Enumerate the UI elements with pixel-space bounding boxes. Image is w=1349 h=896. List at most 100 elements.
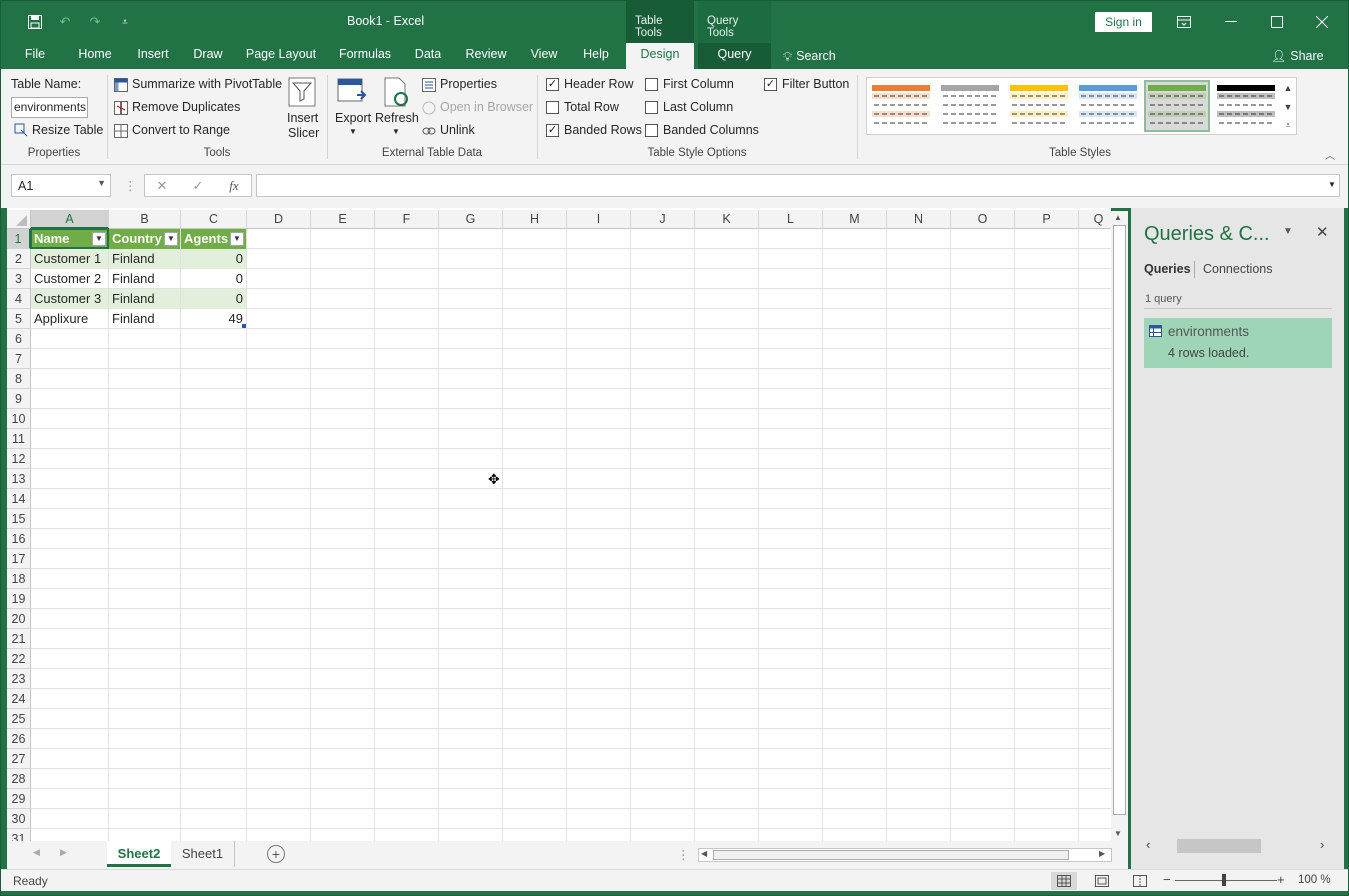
table-style-swatch[interactable] bbox=[870, 82, 932, 130]
row-header[interactable]: 21 bbox=[7, 629, 31, 649]
pane-scroll-left-icon[interactable]: ‹ bbox=[1146, 837, 1150, 852]
name-box[interactable]: A1 ▼ bbox=[11, 174, 111, 197]
column-header[interactable]: D bbox=[247, 210, 311, 229]
close-icon[interactable] bbox=[1309, 9, 1335, 35]
last-column-checkbox[interactable] bbox=[645, 101, 658, 114]
page-layout-view-icon[interactable] bbox=[1089, 872, 1115, 890]
row-header[interactable]: 22 bbox=[7, 649, 31, 669]
row-header[interactable]: 24 bbox=[7, 689, 31, 709]
summarize-pivottable-button[interactable]: Summarize with PivotTable bbox=[132, 77, 282, 91]
pane-options-icon[interactable]: ▼ bbox=[1283, 226, 1293, 237]
filter-dropdown-icon[interactable]: ▼ bbox=[164, 232, 178, 246]
column-header[interactable]: G bbox=[439, 210, 503, 229]
pane-scroll-right-icon[interactable]: › bbox=[1320, 837, 1324, 852]
row-header[interactable]: 8 bbox=[7, 369, 31, 389]
row-header[interactable]: 5 bbox=[7, 309, 31, 329]
row-header[interactable]: 4 bbox=[7, 289, 31, 309]
pane-horizontal-scrollbar[interactable]: ‹ › bbox=[1144, 837, 1332, 854]
column-header[interactable]: J bbox=[631, 210, 695, 229]
column-header[interactable]: B bbox=[109, 210, 181, 229]
table-header-cell[interactable]: Name ▼ bbox=[31, 229, 108, 249]
confirm-entry-icon[interactable]: ✓ bbox=[188, 178, 208, 194]
row-header[interactable]: 1 bbox=[7, 229, 31, 249]
table-cell[interactable]: Finland bbox=[109, 249, 180, 269]
prev-sheet-icon[interactable]: ◀ bbox=[33, 847, 40, 858]
column-header[interactable]: F bbox=[375, 210, 439, 229]
column-header[interactable]: E bbox=[311, 210, 375, 229]
tab-data[interactable]: Data bbox=[409, 43, 447, 69]
export-dropdown-icon[interactable]: ▼ bbox=[349, 127, 357, 136]
maximize-icon[interactable] bbox=[1264, 9, 1290, 35]
column-header[interactable]: C bbox=[181, 210, 247, 229]
row-header[interactable]: 9 bbox=[7, 389, 31, 409]
close-pane-icon[interactable]: ✕ bbox=[1316, 223, 1329, 241]
row-header[interactable]: 25 bbox=[7, 709, 31, 729]
next-sheet-icon[interactable]: ▶ bbox=[60, 847, 67, 858]
row-header[interactable]: 7 bbox=[7, 349, 31, 369]
tab-query[interactable]: Query bbox=[698, 43, 771, 69]
name-box-dropdown-icon[interactable]: ▼ bbox=[97, 178, 106, 188]
page-break-view-icon[interactable] bbox=[1127, 872, 1153, 890]
unlink-button[interactable]: Unlink bbox=[440, 123, 475, 137]
table-cell[interactable]: 0 bbox=[181, 269, 246, 289]
table-style-swatch[interactable] bbox=[1077, 82, 1139, 130]
worksheet-grid[interactable]: A B C D E F G H I J K L M N O P Q 1 2 3 4 5 6 7 8 9 10 11 12 13 14 15 16… bbox=[7, 208, 1111, 841]
refresh-button[interactable]: Refresh bbox=[375, 111, 419, 125]
table-resize-handle[interactable] bbox=[242, 324, 246, 328]
row-header[interactable]: 17 bbox=[7, 549, 31, 569]
banded-rows-checkbox[interactable]: ✓ bbox=[546, 124, 559, 137]
expand-formula-bar-icon[interactable]: ▼ bbox=[1328, 180, 1336, 189]
table-cell[interactable]: Finland bbox=[109, 289, 180, 309]
tab-home[interactable]: Home bbox=[71, 43, 119, 69]
tab-design[interactable]: Design bbox=[626, 43, 694, 70]
tab-view[interactable]: View bbox=[523, 43, 565, 69]
scroll-up-icon[interactable]: ▲ bbox=[1114, 213, 1122, 222]
table-style-swatch[interactable] bbox=[939, 82, 1001, 130]
insert-slicer-button[interactable]: Insert bbox=[287, 111, 318, 125]
table-cell[interactable]: Customer 1 bbox=[31, 249, 108, 269]
export-button[interactable]: Export bbox=[335, 111, 371, 125]
customize-qat-icon[interactable]: ⩡ bbox=[115, 12, 135, 32]
row-header[interactable]: 11 bbox=[7, 429, 31, 449]
gallery-more-icon[interactable]: ⩡ bbox=[1281, 116, 1295, 135]
table-cell[interactable]: 0 bbox=[181, 249, 246, 269]
table-style-swatch[interactable] bbox=[1008, 82, 1070, 130]
table-name-input[interactable]: environments bbox=[11, 97, 88, 118]
sheet-tab-sheet2[interactable]: Sheet2 bbox=[107, 841, 171, 867]
horizontal-scrollbar[interactable]: ◀ ▶ bbox=[698, 848, 1112, 862]
table-cell[interactable]: Customer 2 bbox=[31, 269, 108, 289]
remove-duplicates-button[interactable]: Remove Duplicates bbox=[132, 100, 240, 114]
row-header[interactable]: 20 bbox=[7, 609, 31, 629]
queries-tab[interactable]: Queries bbox=[1144, 262, 1191, 276]
column-header[interactable]: K bbox=[695, 210, 759, 229]
properties-button[interactable]: Properties bbox=[440, 77, 497, 91]
vertical-scrollbar[interactable]: ▲ ▼ bbox=[1111, 211, 1128, 841]
column-header[interactable]: P bbox=[1015, 210, 1079, 229]
table-cell[interactable]: Finland bbox=[109, 269, 180, 289]
zoom-slider-handle[interactable] bbox=[1222, 874, 1226, 886]
row-header[interactable]: 31 bbox=[7, 829, 31, 841]
table-style-swatch[interactable] bbox=[1144, 80, 1210, 132]
scroll-right-icon[interactable]: ▶ bbox=[1099, 849, 1105, 858]
refresh-dropdown-icon[interactable]: ▼ bbox=[392, 127, 400, 136]
row-header[interactable]: 23 bbox=[7, 669, 31, 689]
select-all-corner[interactable] bbox=[7, 210, 31, 229]
vertical-scroll-thumb[interactable] bbox=[1113, 225, 1126, 815]
undo-icon[interactable]: ↶ bbox=[55, 12, 75, 32]
column-header[interactable]: L bbox=[759, 210, 823, 229]
tab-review[interactable]: Review bbox=[459, 43, 513, 69]
column-header[interactable]: N bbox=[887, 210, 951, 229]
redo-icon[interactable]: ↷ bbox=[85, 12, 105, 32]
connections-tab[interactable]: Connections bbox=[1203, 262, 1273, 276]
banded-columns-checkbox[interactable] bbox=[645, 124, 658, 137]
tab-page-layout[interactable]: Page Layout bbox=[241, 43, 321, 69]
horizontal-scroll-thumb[interactable] bbox=[713, 850, 1069, 860]
first-column-checkbox[interactable] bbox=[645, 78, 658, 91]
total-row-checkbox[interactable] bbox=[546, 101, 559, 114]
row-header[interactable]: 2 bbox=[7, 249, 31, 269]
filter-dropdown-icon[interactable]: ▼ bbox=[92, 232, 106, 246]
zoom-in-icon[interactable]: + bbox=[1277, 872, 1285, 887]
convert-to-range-button[interactable]: Convert to Range bbox=[132, 123, 230, 137]
resize-table-button[interactable]: Resize Table bbox=[32, 123, 103, 137]
row-header[interactable]: 30 bbox=[7, 809, 31, 829]
